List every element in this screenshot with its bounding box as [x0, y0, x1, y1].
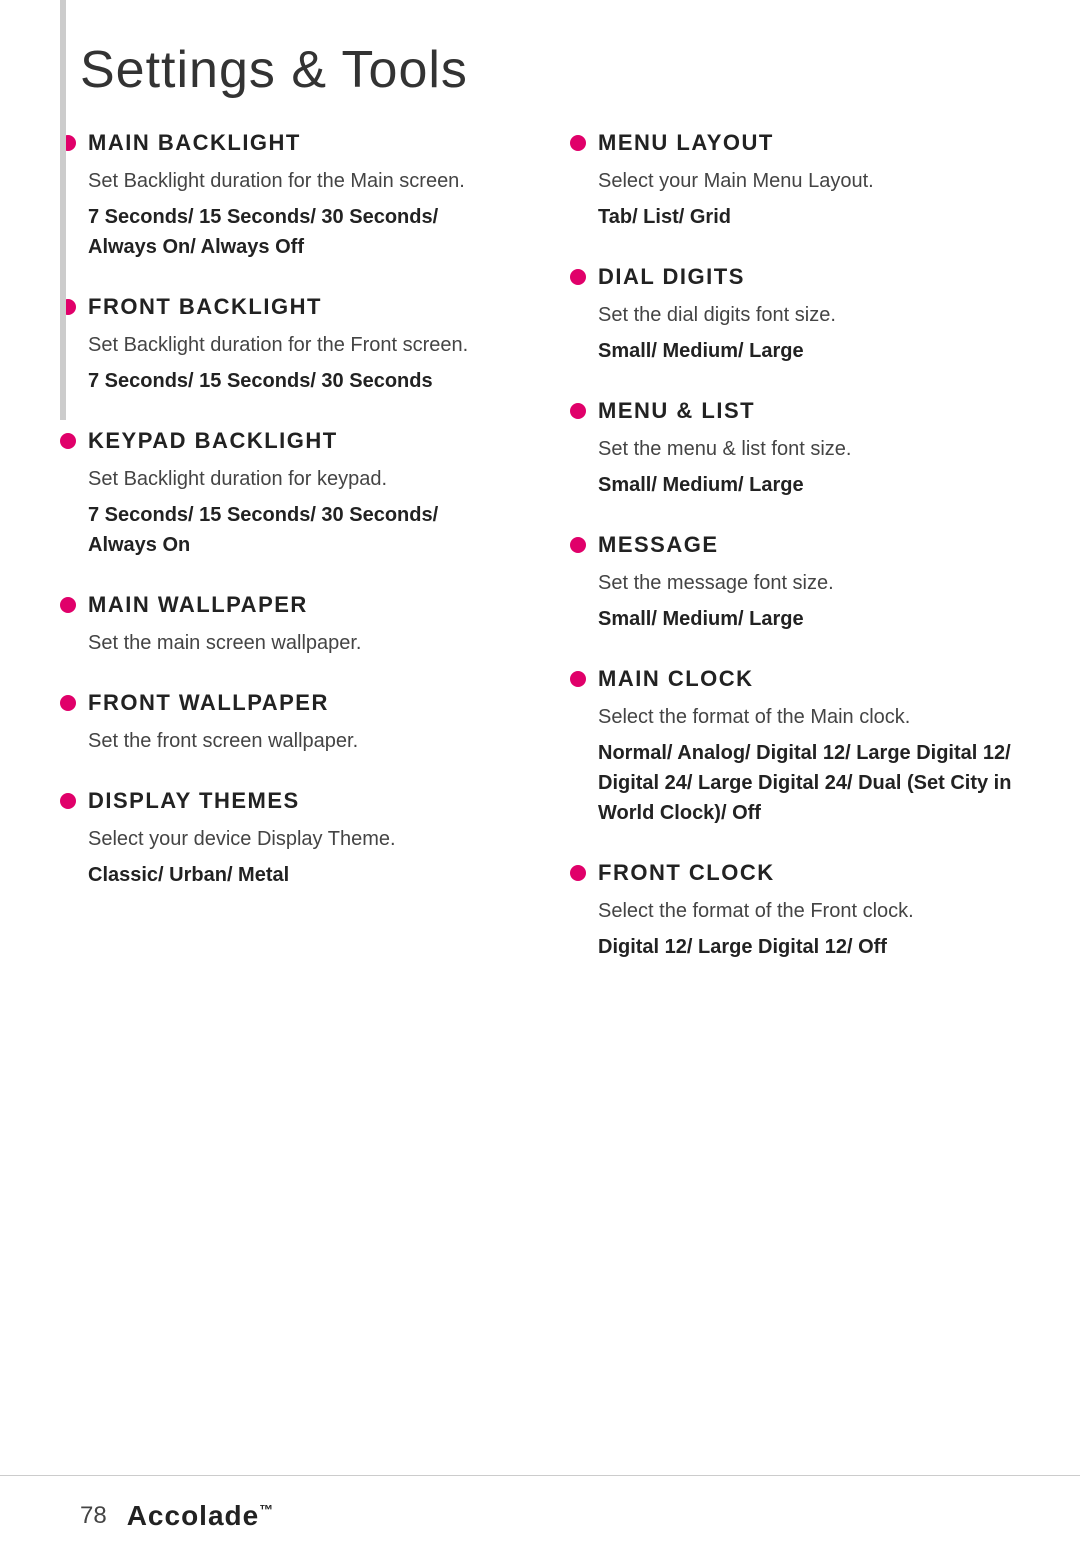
- section-dial-digits: DIAL DIGITS Set the dial digits font siz…: [570, 264, 1020, 366]
- bullet-dot-dial-digits: [570, 269, 586, 285]
- page-number: 78: [80, 1502, 107, 1530]
- main-clock-description: Select the format of the Main clock.: [598, 702, 1020, 732]
- footer: 78 Accolade™: [0, 1475, 1080, 1555]
- main-backlight-options: 7 Seconds/ 15 Seconds/ 30 Seconds/ Alway…: [88, 202, 510, 262]
- section-message: MESSAGE Set the message font size. Small…: [570, 532, 1020, 634]
- page-title: Settings & Tools: [0, 0, 1080, 130]
- bullet-dot-display-themes: [60, 793, 76, 809]
- bullet-dot-keypad-backlight: [60, 433, 76, 449]
- section-title: MAIN BACKLIGHT: [60, 130, 510, 156]
- right-column: MENU LAYOUT Select your Main Menu Layout…: [540, 130, 1020, 1555]
- section-title: FRONT WALLPAPER: [60, 690, 510, 716]
- section-title: DISPLAY THEMES: [60, 788, 510, 814]
- message-heading: MESSAGE: [598, 532, 719, 558]
- menu-layout-heading: MENU LAYOUT: [598, 130, 774, 156]
- front-wallpaper-heading: FRONT WALLPAPER: [88, 690, 329, 716]
- section-main-wallpaper: MAIN WALLPAPER Set the main screen wallp…: [60, 592, 510, 658]
- content-area: MAIN BACKLIGHT Set Backlight duration fo…: [0, 130, 1080, 1555]
- dial-digits-description: Set the dial digits font size.: [598, 300, 1020, 330]
- section-front-backlight: FRONT BACKLIGHT Set Backlight duration f…: [60, 294, 510, 396]
- page-container: Settings & Tools MAIN BACKLIGHT Set Back…: [0, 0, 1080, 1555]
- bullet-dot-menu-list: [570, 403, 586, 419]
- section-title: KEYPAD BACKLIGHT: [60, 428, 510, 454]
- dial-digits-options: Small/ Medium/ Large: [598, 336, 1020, 366]
- bullet-dot-front-wallpaper: [60, 695, 76, 711]
- front-wallpaper-description: Set the front screen wallpaper.: [88, 726, 510, 756]
- menu-list-options: Small/ Medium/ Large: [598, 470, 1020, 500]
- front-backlight-heading: FRONT BACKLIGHT: [88, 294, 322, 320]
- menu-layout-options: Tab/ List/ Grid: [598, 202, 1020, 232]
- section-front-wallpaper: FRONT WALLPAPER Set the front screen wal…: [60, 690, 510, 756]
- brand-name: Accolade™: [127, 1500, 275, 1532]
- bullet-dot-main-wallpaper: [60, 597, 76, 613]
- main-wallpaper-description: Set the main screen wallpaper.: [88, 628, 510, 658]
- display-themes-description: Select your device Display Theme.: [88, 824, 510, 854]
- left-column: MAIN BACKLIGHT Set Backlight duration fo…: [60, 130, 540, 1555]
- message-options: Small/ Medium/ Large: [598, 604, 1020, 634]
- display-themes-options: Classic/ Urban/ Metal: [88, 860, 510, 890]
- main-wallpaper-heading: MAIN WALLPAPER: [88, 592, 308, 618]
- menu-layout-description: Select your Main Menu Layout.: [598, 166, 1020, 196]
- bullet-dot-front-clock: [570, 865, 586, 881]
- bullet-dot-main-clock: [570, 671, 586, 687]
- bullet-dot-menu-layout: [570, 135, 586, 151]
- keypad-backlight-options: 7 Seconds/ 15 Seconds/ 30 Seconds/ Alway…: [88, 500, 510, 560]
- keypad-backlight-description: Set Backlight duration for keypad.: [88, 464, 510, 494]
- section-menu-layout: MENU LAYOUT Select your Main Menu Layout…: [570, 130, 1020, 232]
- menu-list-description: Set the menu & list font size.: [598, 434, 1020, 464]
- display-themes-heading: DISPLAY THEMES: [88, 788, 300, 814]
- section-front-clock: FRONT CLOCK Select the format of the Fro…: [570, 860, 1020, 962]
- section-title: MAIN WALLPAPER: [60, 592, 510, 618]
- dial-digits-heading: DIAL DIGITS: [598, 264, 745, 290]
- section-main-clock: MAIN CLOCK Select the format of the Main…: [570, 666, 1020, 828]
- section-main-backlight: MAIN BACKLIGHT Set Backlight duration fo…: [60, 130, 510, 262]
- section-display-themes: DISPLAY THEMES Select your device Displa…: [60, 788, 510, 890]
- section-title: DIAL DIGITS: [570, 264, 1020, 290]
- section-title: MESSAGE: [570, 532, 1020, 558]
- bullet-dot-message: [570, 537, 586, 553]
- front-backlight-description: Set Backlight duration for the Front scr…: [88, 330, 510, 360]
- main-clock-heading: MAIN CLOCK: [598, 666, 754, 692]
- front-clock-heading: FRONT CLOCK: [598, 860, 775, 886]
- front-clock-options: Digital 12/ Large Digital 12/ Off: [598, 932, 1020, 962]
- section-keypad-backlight: KEYPAD BACKLIGHT Set Backlight duration …: [60, 428, 510, 560]
- section-title: FRONT BACKLIGHT: [60, 294, 510, 320]
- left-bar: [60, 0, 66, 420]
- message-description: Set the message font size.: [598, 568, 1020, 598]
- section-menu-list: MENU & LIST Set the menu & list font siz…: [570, 398, 1020, 500]
- front-backlight-options: 7 Seconds/ 15 Seconds/ 30 Seconds: [88, 366, 510, 396]
- section-title: MENU & LIST: [570, 398, 1020, 424]
- main-clock-options: Normal/ Analog/ Digital 12/ Large Digita…: [598, 738, 1020, 828]
- section-title: MENU LAYOUT: [570, 130, 1020, 156]
- section-title: FRONT CLOCK: [570, 860, 1020, 886]
- section-title: MAIN CLOCK: [570, 666, 1020, 692]
- main-backlight-description: Set Backlight duration for the Main scre…: [88, 166, 510, 196]
- front-clock-description: Select the format of the Front clock.: [598, 896, 1020, 926]
- menu-list-heading: MENU & LIST: [598, 398, 755, 424]
- main-backlight-heading: MAIN BACKLIGHT: [88, 130, 301, 156]
- keypad-backlight-heading: KEYPAD BACKLIGHT: [88, 428, 338, 454]
